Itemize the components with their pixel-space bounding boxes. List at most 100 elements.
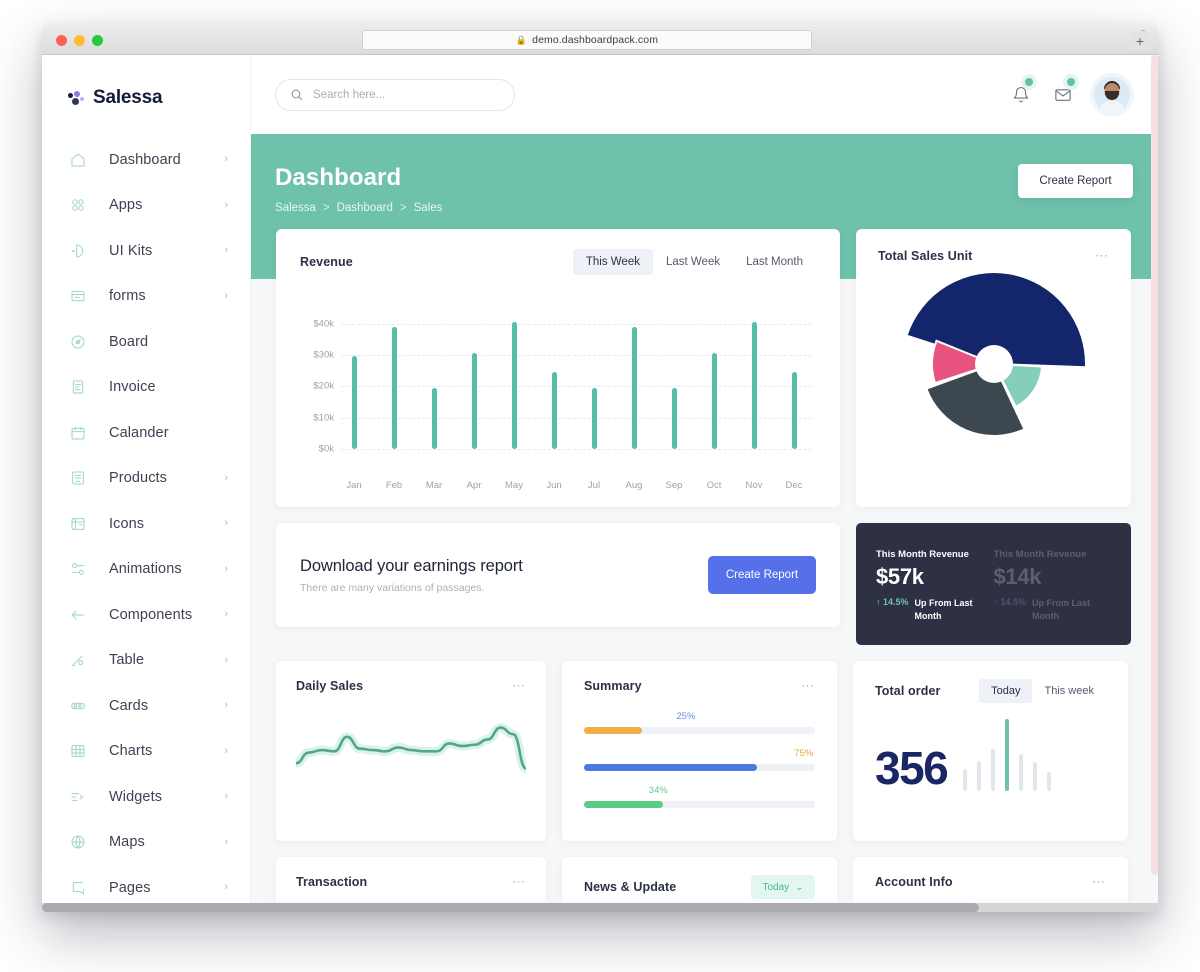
dashboard-row-2: Download your earnings report There are … (276, 523, 1133, 645)
bar (752, 321, 757, 449)
sidebar-item-ui-kits[interactable]: UI Kits › (42, 228, 250, 274)
sidebar-item-charts[interactable]: Charts › (42, 729, 250, 775)
revenue-tab-last-month[interactable]: Last Month (733, 249, 816, 275)
animation-icon (68, 559, 88, 579)
breadcrumb-item-salessa[interactable]: Salessa (275, 202, 316, 214)
brand-logo[interactable]: Salessa (42, 55, 250, 109)
address-bar-url: demo.dashboardpack.com (532, 34, 659, 46)
summary-header: Summary ⋯ (584, 679, 815, 693)
chevron-right-icon: › (224, 835, 228, 848)
gridline (342, 417, 812, 419)
account-title: Account Info (875, 875, 953, 889)
breadcrumb-item-sales[interactable]: Sales (414, 202, 443, 214)
sidebar-item-apps[interactable]: Apps › (42, 183, 250, 229)
sidebar-item-label: Pages (109, 879, 151, 896)
chevron-right-icon: › (224, 153, 228, 166)
ellipsis-icon[interactable]: ⋯ (1095, 249, 1109, 262)
stat-change: ↑ 14.5% (993, 597, 1027, 607)
sidebar-item-board[interactable]: Board (42, 319, 250, 365)
chevron-right-icon: › (224, 881, 228, 894)
new-tab-button[interactable]: + (1130, 31, 1150, 50)
globe-icon (68, 832, 88, 852)
horizontal-scrollbar[interactable] (42, 903, 1158, 912)
x-axis-tick-label: May (505, 480, 523, 491)
topbar (251, 55, 1158, 134)
earnings-create-report-button[interactable]: Create Report (708, 556, 816, 594)
sidebar-item-label: UI Kits (109, 242, 153, 259)
chevron-right-icon: › (224, 653, 228, 666)
sparkline-svg (291, 723, 531, 774)
stat-label: This Month Revenue (876, 549, 969, 560)
bar (472, 353, 477, 449)
x-axis-tick-label: Aug (625, 480, 643, 491)
x-axis-tick-label: Feb (385, 480, 403, 491)
revenue-bar-chart: $0k $10k $20k $30k $40k Jan Feb Mar Apr May Jun Jul… (300, 301, 816, 491)
vertical-scrollbar[interactable] (1151, 55, 1158, 912)
ellipsis-icon[interactable]: ⋯ (801, 679, 815, 692)
sidebar-item-table[interactable]: Table › (42, 638, 250, 684)
envelope-icon[interactable] (1052, 77, 1075, 106)
icons-icon (68, 514, 88, 534)
spark-bar (1019, 753, 1024, 791)
account-header: Account Info ⋯ (875, 875, 1106, 889)
stat-note: Up From Last Month (914, 598, 973, 622)
total-sales-unit-card: Total Sales Unit ⋯ (856, 229, 1131, 507)
window-maximize-button[interactable] (92, 35, 103, 46)
main-content: Dashboard Salessa > Dashboard > Sales Create… (251, 55, 1158, 912)
revenue-tab-last-week[interactable]: Last Week (653, 249, 733, 275)
chevron-right-icon: › (224, 608, 228, 621)
sparkline-glow (291, 723, 531, 774)
news-filter-dropdown[interactable]: Today ⌄ (751, 875, 815, 899)
x-axis-tick-label: Apr (466, 480, 482, 491)
window-minimize-button[interactable] (74, 35, 85, 46)
sidebar-item-maps[interactable]: Maps › (42, 820, 250, 866)
total-order-tab-today[interactable]: Today (979, 679, 1033, 703)
address-bar[interactable]: 🔒 demo.dashboardpack.com (362, 30, 812, 50)
y-axis-tick-label: $0k (318, 443, 334, 455)
earnings-title: Download your earnings report (300, 556, 523, 575)
avatar[interactable] (1094, 76, 1130, 113)
stat-block: This Month Revenue $14k ↑ 14.5% Up From Las… (994, 549, 1112, 645)
y-axis-tick-label: $40k (313, 318, 334, 330)
progress-bar-track (584, 727, 815, 734)
bell-icon[interactable] (1010, 77, 1033, 106)
sidebar-item-widgets[interactable]: Widgets › (42, 774, 250, 820)
sidebar-item-label: Invoice (109, 379, 156, 396)
total-order-tabs: Today This week (979, 679, 1106, 703)
sidebar-item-label: Calander (109, 424, 169, 441)
daily-sales-card: Daily Sales ⋯ (276, 661, 546, 841)
sidebar-item-animations[interactable]: Animations › (42, 547, 250, 593)
x-axis-tick-label: Jul (587, 480, 601, 491)
revenue-tab-this-week[interactable]: This Week (572, 249, 653, 275)
sidebar-item-dashboard[interactable]: Dashboard › (42, 137, 250, 183)
ellipsis-icon[interactable]: ⋯ (512, 875, 526, 888)
search-input[interactable] (313, 88, 500, 101)
sidebar-item-products[interactable]: Products › (42, 456, 250, 502)
pages-icon (68, 878, 88, 898)
sidebar-item-invoice[interactable]: Invoice (42, 365, 250, 411)
gridline (342, 323, 812, 325)
ellipsis-icon[interactable]: ⋯ (1092, 875, 1106, 888)
search-box[interactable] (275, 78, 515, 111)
breadcrumb: Salessa > Dashboard > Sales (275, 202, 1130, 214)
x-axis-tick-label: Sep (665, 480, 683, 491)
sidebar-item-icons[interactable]: Icons › (42, 501, 250, 547)
sidebar-item-components[interactable]: Components › (42, 592, 250, 638)
ellipsis-icon[interactable]: ⋯ (512, 679, 526, 692)
hero-create-report-button[interactable]: Create Report (1018, 164, 1133, 198)
earnings-report-card: Download your earnings report There are … (276, 523, 840, 627)
progress-bar-item: 75% (584, 748, 815, 771)
grid-icon (68, 195, 88, 215)
earnings-subtitle: There are many variations of passages. (300, 581, 485, 594)
sidebar-item-calander[interactable]: Calander (42, 410, 250, 456)
window-close-button[interactable] (56, 35, 67, 46)
total-order-tab-this-week[interactable]: This week (1032, 679, 1106, 703)
revenue-title: Revenue (300, 255, 353, 269)
sidebar-item-forms[interactable]: forms › (42, 274, 250, 320)
x-axis-tick-label: Jan (346, 480, 362, 491)
sidebar-item-cards[interactable]: Cards › (42, 683, 250, 729)
total-order-sparkbars (963, 719, 1052, 791)
sidebar-item-label: Products (109, 470, 168, 487)
breadcrumb-item-dashboard[interactable]: Dashboard (337, 202, 393, 214)
revenue-card: Revenue This Week Last Week Last Month $0k… (276, 229, 840, 507)
